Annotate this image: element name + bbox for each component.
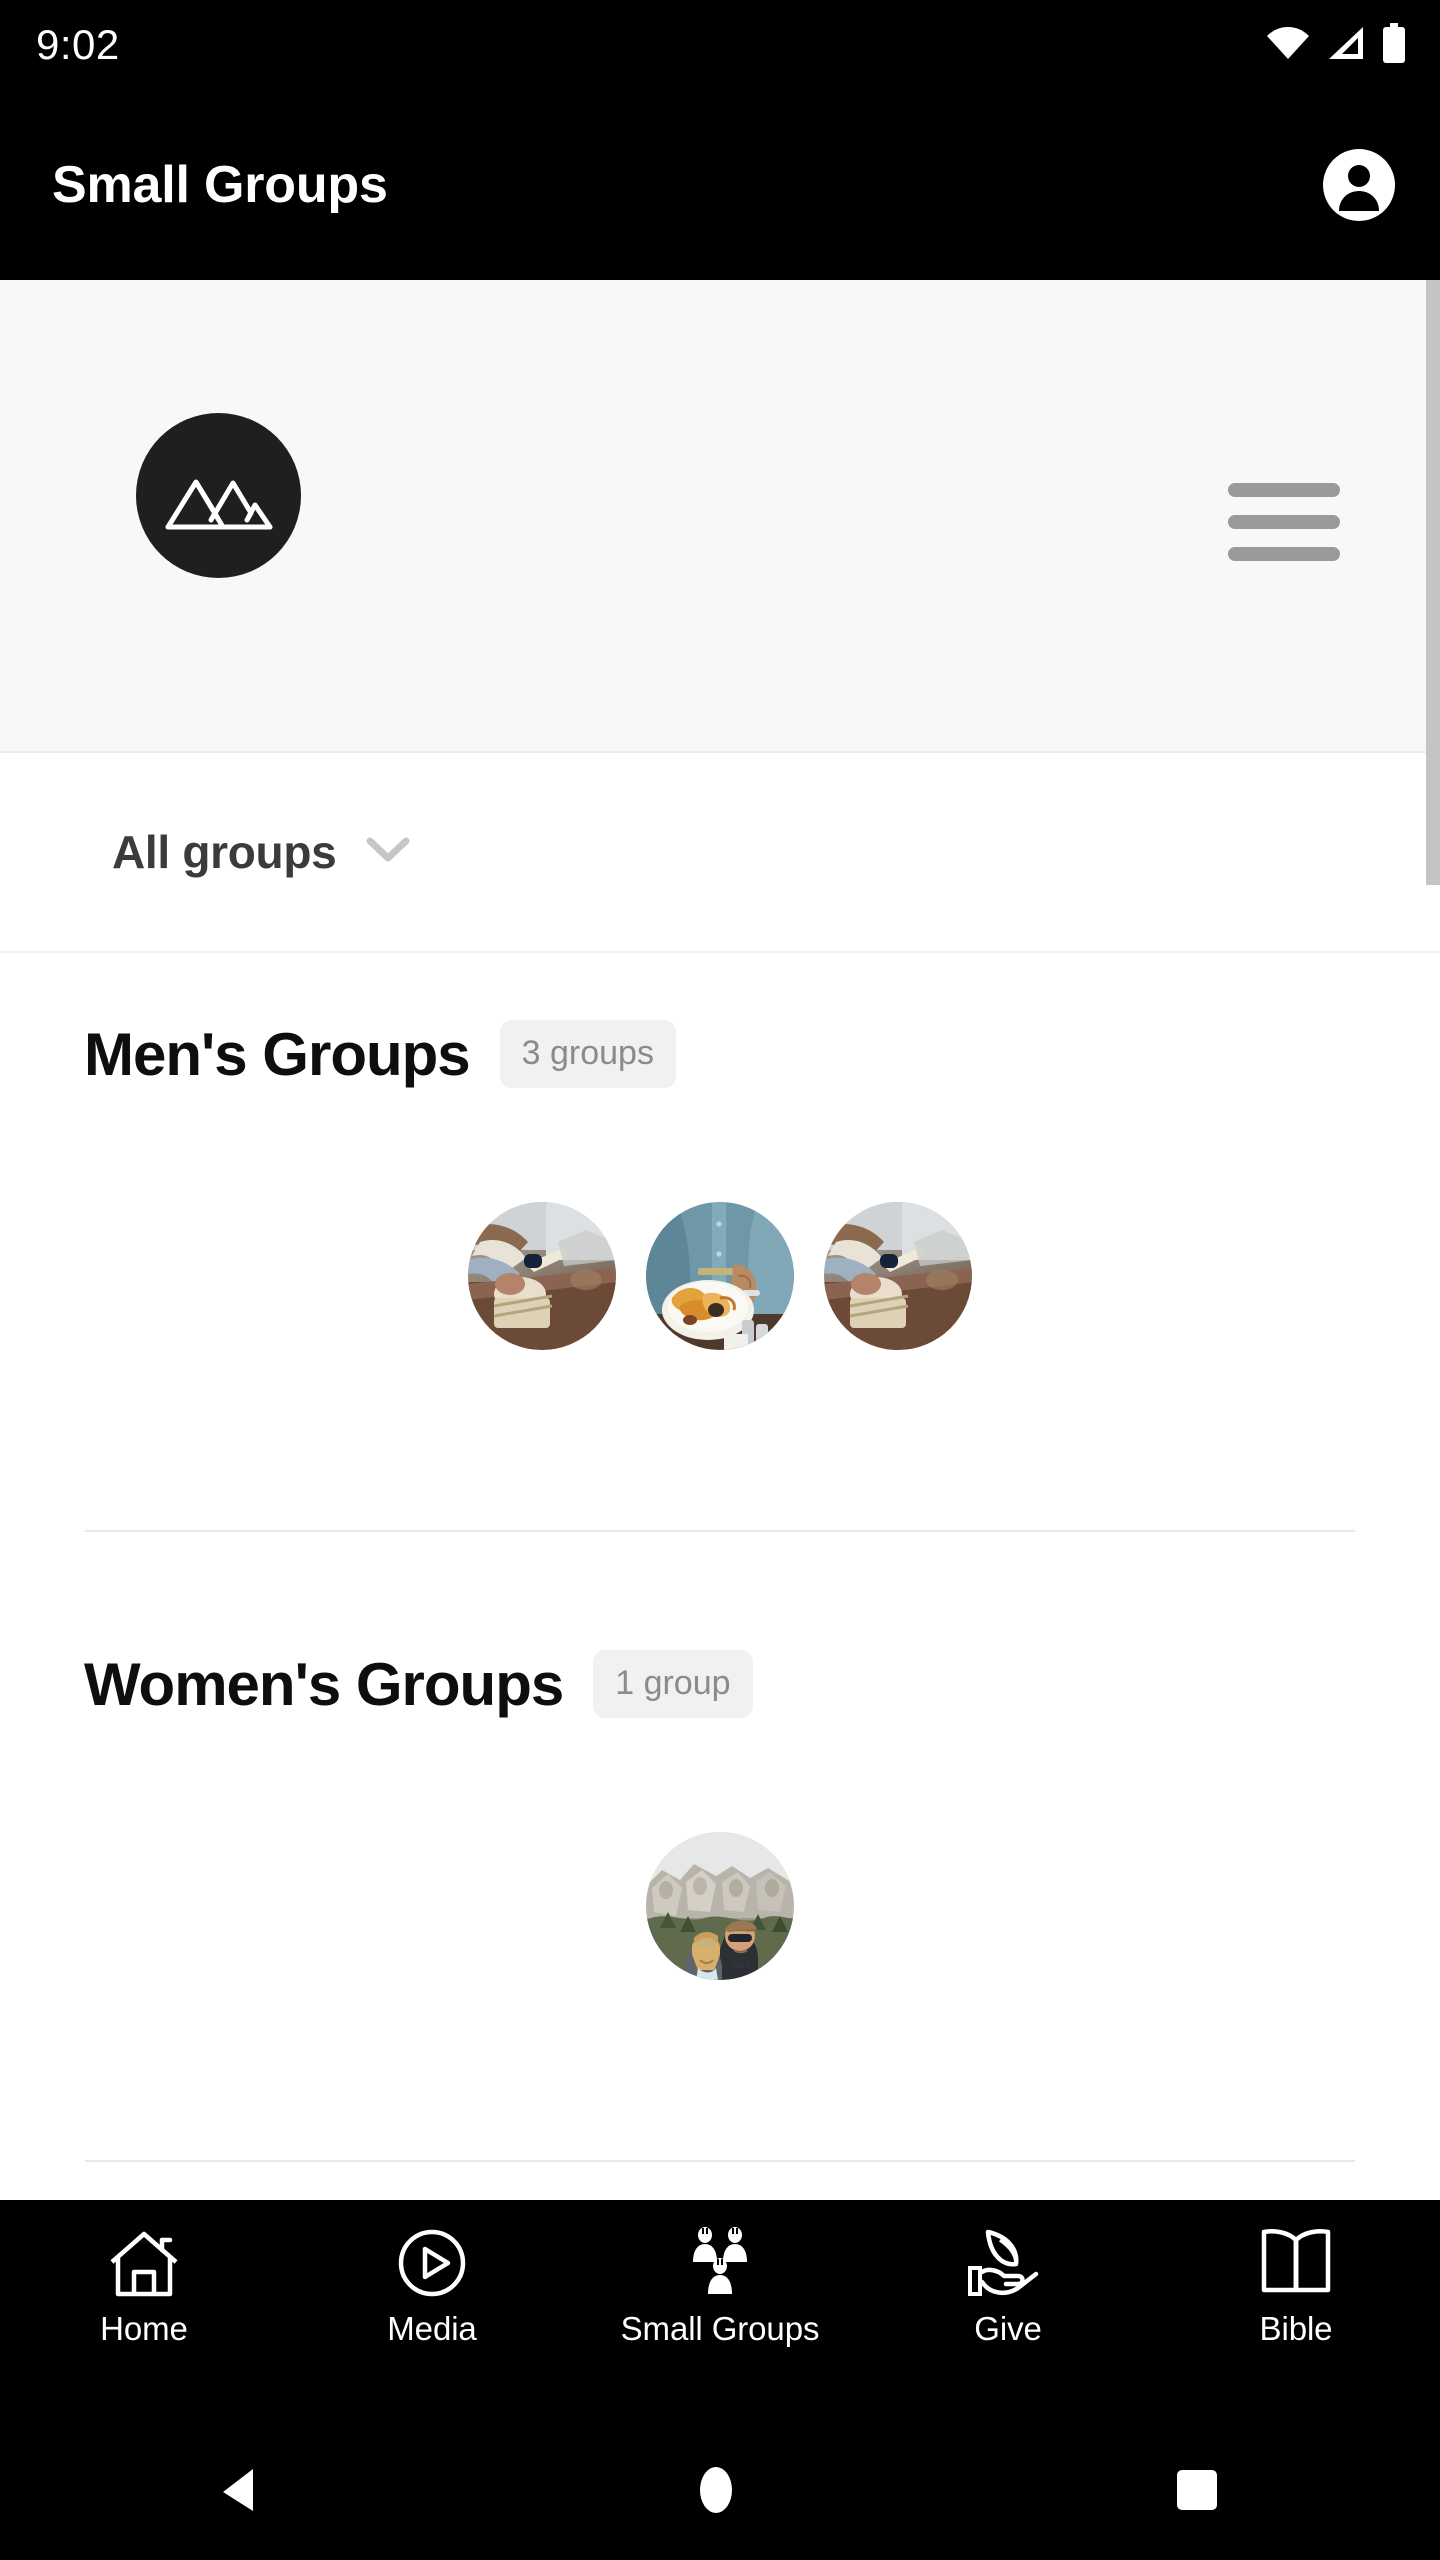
nav-tab-home[interactable]: Home bbox=[0, 2200, 288, 2345]
group-thumbnail[interactable] bbox=[824, 1202, 972, 1350]
status-bar-clock: 9:02 bbox=[36, 21, 120, 68]
account-circle-icon[interactable] bbox=[1322, 148, 1396, 222]
nav-tab-bible[interactable]: Bible bbox=[1152, 2200, 1440, 2345]
people-group-icon bbox=[678, 2226, 762, 2300]
group-avatar-row bbox=[0, 1202, 1440, 1350]
chevron-down-icon[interactable] bbox=[366, 837, 410, 868]
home-icon bbox=[108, 2226, 180, 2300]
nav-tab-label: Bible bbox=[1259, 2310, 1333, 2347]
section-count-badge: 3 groups bbox=[499, 1020, 676, 1088]
hand-leaf-icon bbox=[968, 2226, 1048, 2300]
nav-tab-give[interactable]: Give bbox=[864, 2200, 1152, 2345]
group-thumbnail[interactable] bbox=[646, 1832, 794, 1980]
home-circle-icon[interactable] bbox=[698, 2466, 734, 2519]
group-section-womens: Women's Groups 1 group bbox=[0, 1650, 1440, 2162]
app-screen: 9:02 Small Groups All groups Men's Group… bbox=[0, 0, 1440, 2560]
page-scrollbar-thumb[interactable] bbox=[1426, 280, 1440, 885]
section-divider bbox=[85, 2160, 1355, 2162]
hamburger-menu-icon[interactable] bbox=[1228, 483, 1340, 561]
nav-tab-label: Media bbox=[387, 2310, 477, 2347]
app-bar: Small Groups bbox=[0, 90, 1440, 280]
section-title: Men's Groups bbox=[84, 1020, 471, 1088]
page-scrollbar-track[interactable] bbox=[1426, 280, 1440, 2335]
section-divider bbox=[85, 1530, 1355, 1532]
nav-tab-small-groups[interactable]: Small Groups bbox=[576, 2200, 864, 2345]
back-triangle-icon[interactable] bbox=[219, 2467, 259, 2518]
open-book-icon bbox=[1260, 2226, 1332, 2300]
section-header: Men's Groups 3 groups bbox=[0, 1020, 1440, 1088]
page-title: Small Groups bbox=[52, 156, 388, 214]
status-bar-icons bbox=[1266, 22, 1406, 68]
hamburger-line-1 bbox=[1228, 483, 1340, 497]
play-circle-icon bbox=[396, 2226, 468, 2300]
nav-tab-label: Give bbox=[974, 2310, 1042, 2347]
mountain-logo-icon[interactable] bbox=[136, 413, 301, 578]
section-title: Women's Groups bbox=[84, 1650, 564, 1718]
group-thumbnail[interactable] bbox=[468, 1202, 616, 1350]
hamburger-line-3 bbox=[1228, 547, 1340, 561]
android-navigation-bar bbox=[0, 2425, 1440, 2560]
nav-tab-label: Home bbox=[100, 2310, 188, 2347]
bottom-navigation-bar: Home Media Small Groups Give Bible bbox=[0, 2200, 1440, 2425]
wifi-icon bbox=[1266, 26, 1310, 65]
group-section-mens: Men's Groups 3 groups bbox=[0, 1020, 1440, 1532]
recents-square-icon[interactable] bbox=[1173, 2466, 1221, 2519]
section-count-badge: 1 group bbox=[593, 1650, 753, 1718]
group-filter-dropdown[interactable]: All groups bbox=[0, 753, 1440, 953]
hamburger-line-2 bbox=[1228, 515, 1340, 529]
group-avatar-row bbox=[0, 1832, 1440, 1980]
nav-tab-media[interactable]: Media bbox=[288, 2200, 576, 2345]
group-filter-label: All groups bbox=[112, 826, 337, 878]
group-thumbnail[interactable] bbox=[646, 1202, 794, 1350]
battery-icon bbox=[1382, 22, 1406, 68]
cellular-signal-icon bbox=[1326, 26, 1366, 65]
android-status-bar: 9:02 bbox=[0, 0, 1440, 90]
section-header: Women's Groups 1 group bbox=[0, 1650, 1440, 1718]
nav-tab-label: Small Groups bbox=[620, 2310, 820, 2347]
